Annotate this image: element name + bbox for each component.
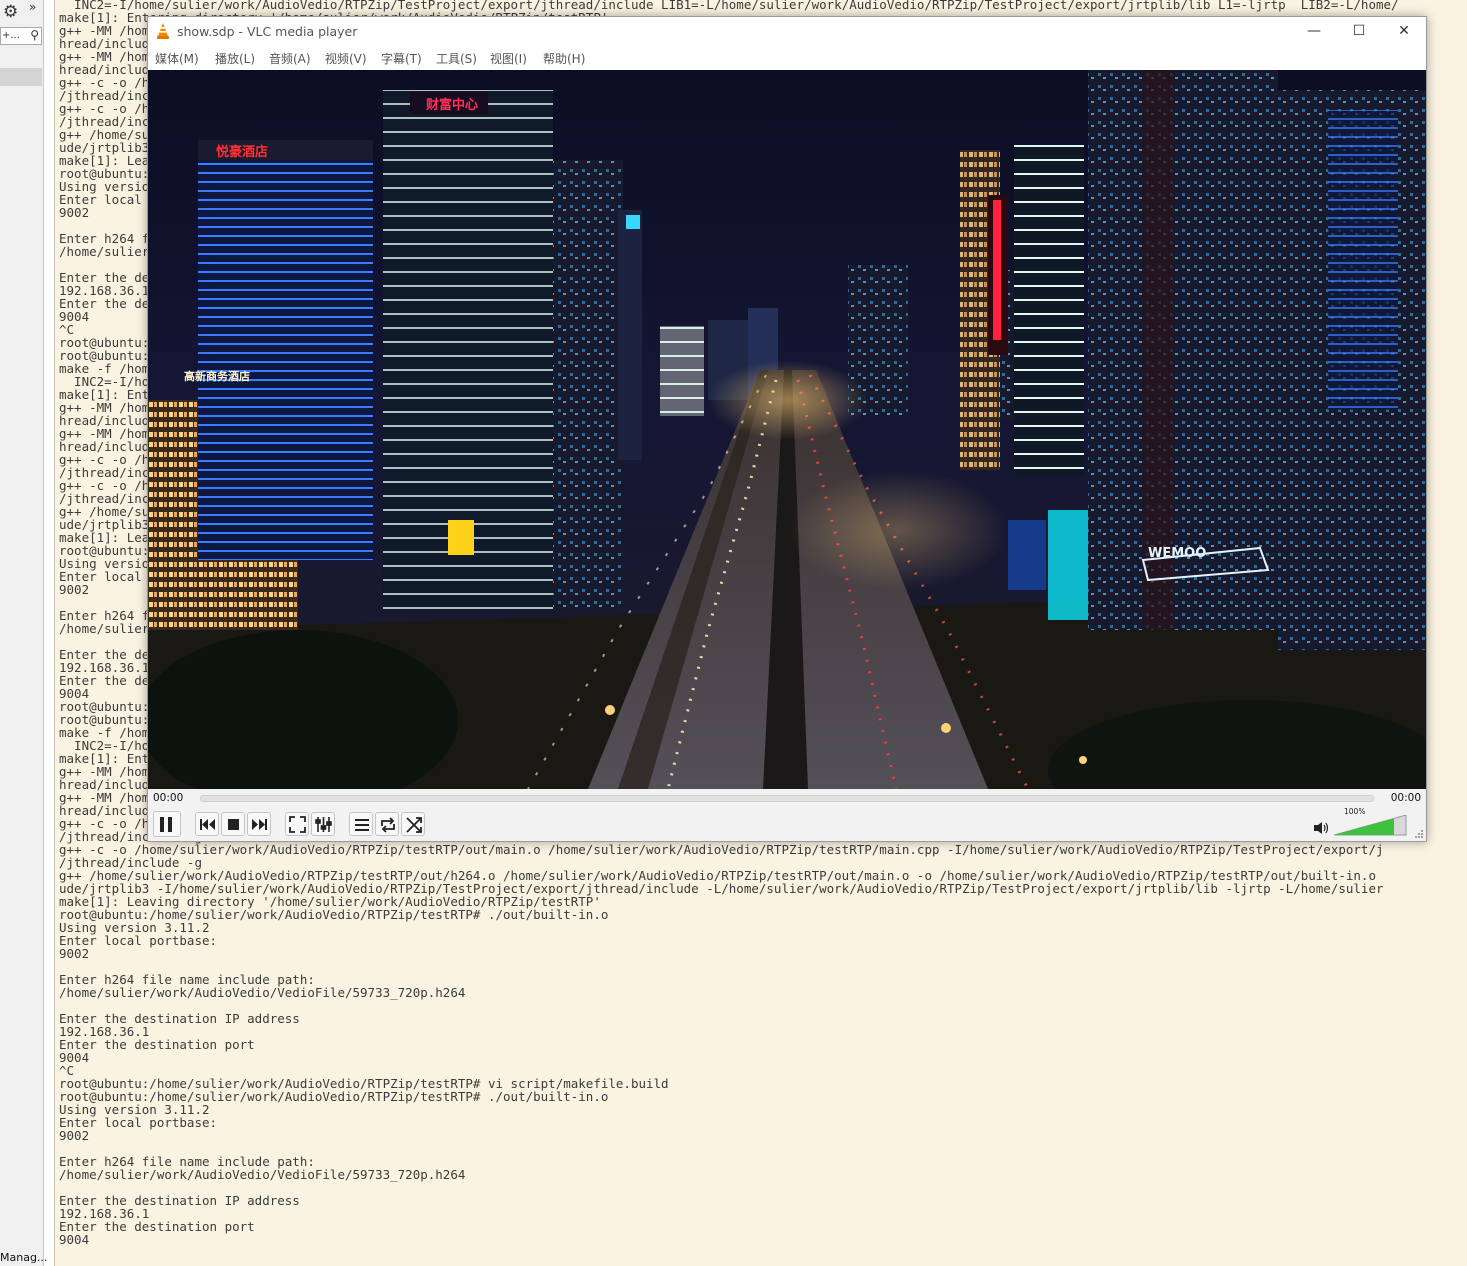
minimize-button[interactable]: — — [1291, 17, 1337, 47]
playlist-button[interactable] — [349, 812, 373, 836]
pause-button[interactable] — [153, 811, 181, 837]
terminal-line: 9002 — [59, 946, 90, 961]
maximize-button[interactable]: ☐ — [1336, 17, 1382, 47]
terminal-line: Enter local portbase: — [59, 933, 218, 948]
stop-button[interactable] — [221, 812, 245, 836]
maximize-icon: ☐ — [1352, 23, 1366, 39]
fullscreen-icon — [289, 816, 306, 833]
terminal-line: Enter the destination IP address — [59, 1193, 300, 1208]
terminal-line: 9004 — [59, 1050, 90, 1065]
extended-settings-button[interactable] — [311, 812, 335, 836]
hotel-sign-left: 悦豪酒店 — [216, 144, 268, 160]
selected-list-item[interactable] — [0, 68, 42, 86]
fullscreen-button[interactable] — [285, 812, 309, 836]
total-time[interactable]: 00:00 — [1391, 792, 1421, 804]
skip-previous-icon — [200, 819, 215, 830]
shuffle-icon — [406, 817, 422, 833]
seek-slider[interactable] — [200, 795, 1374, 802]
night-city-video-image: 悦豪酒店 高新商务酒店 财富中心 WEMOO — [148, 70, 1426, 789]
terminal-line: Using version 3.11.2 — [59, 1102, 210, 1117]
close-button[interactable]: ✕ — [1381, 17, 1426, 47]
elapsed-time: 00:00 — [153, 792, 184, 804]
terminal-line: Enter local portbase: — [59, 1115, 218, 1130]
vlc-cone-icon — [157, 23, 169, 39]
vlc-window[interactable]: show.sdp - VLC media player — ☐ ✕ 媒体(M) … — [147, 16, 1427, 842]
previous-button[interactable] — [195, 812, 219, 836]
search-field-text: +... — [2, 30, 20, 41]
random-button[interactable] — [401, 812, 425, 836]
gear-icon[interactable]: ⚙ — [3, 2, 18, 22]
terminal-line: 192.168.36.1 — [59, 1024, 150, 1039]
speaker-icon[interactable] — [1313, 821, 1329, 835]
next-button[interactable] — [247, 812, 271, 836]
menu-bar: 媒体(M) 播放(L) 音频(A) 视频(V) 字幕(T) 工具(S) 视图(I… — [148, 47, 1426, 69]
resize-grip-icon[interactable] — [1414, 829, 1424, 839]
skip-next-icon — [252, 819, 267, 830]
terminal-line: /home/sulier/work/AudioVedio/VedioFile/5… — [59, 1167, 466, 1182]
menu-tools[interactable]: 工具(S) — [436, 50, 477, 67]
building-sign-top: 财富中心 — [426, 97, 478, 113]
control-bar: 00:00 00:00 100% — [148, 789, 1426, 841]
terminal-line: 9004 — [59, 1232, 90, 1247]
equalizer-icon — [315, 817, 332, 832]
minimize-icon: — — [1307, 23, 1321, 39]
manager-label[interactable]: Manag... — [0, 1251, 47, 1264]
search-field[interactable]: +... ⚲ — [0, 27, 42, 45]
pause-icon — [160, 817, 172, 832]
terminal-line: Enter the destination IP address — [59, 1011, 300, 1026]
playlist-icon — [355, 819, 369, 831]
volume-slider[interactable] — [1334, 815, 1408, 836]
window-title: show.sdp - VLC media player — [177, 24, 358, 39]
menu-media[interactable]: 媒体(M) — [155, 50, 199, 67]
stop-icon — [228, 819, 239, 830]
menu-view[interactable]: 视图(I) — [490, 50, 527, 67]
terminal-line: Enter the destination port — [59, 1037, 255, 1052]
close-icon: ✕ — [1398, 23, 1410, 39]
menu-subtitle[interactable]: 字幕(T) — [381, 50, 422, 67]
terminal-line: /home/sulier/work/AudioVedio/VedioFile/5… — [59, 985, 466, 1000]
terminal-line: Using version 3.11.2 — [59, 920, 210, 935]
terminal-line: g++ -c -o /home/sulier/work/AudioVedio/R… — [59, 842, 1384, 857]
terminal-line: root@ubuntu:/home/sulier/work/AudioVedio… — [59, 907, 609, 922]
terminal-line: root@ubuntu:/home/sulier/work/AudioVedio… — [59, 1089, 609, 1104]
hotel-sign-lower: 高新商务酒店 — [184, 369, 250, 383]
menu-audio[interactable]: 音频(A) — [269, 50, 311, 67]
title-bar[interactable]: show.sdp - VLC media player — ☐ ✕ — [148, 17, 1426, 47]
loop-icon — [381, 817, 395, 833]
terminal-line: Enter the destination port — [59, 1219, 255, 1234]
left-app-panel: ⚙ » +... ⚲ Manag... — [0, 0, 47, 1266]
loop-button[interactable] — [375, 812, 399, 836]
terminal-line: 192.168.36.1 — [59, 1206, 150, 1221]
terminal-line: 9002 — [59, 1128, 90, 1143]
video-frame[interactable]: 悦豪酒店 高新商务酒店 财富中心 WEMOO — [148, 70, 1426, 789]
menu-video[interactable]: 视频(V) — [325, 50, 367, 67]
menu-help[interactable]: 帮助(H) — [543, 50, 585, 67]
chevron-right-double-icon[interactable]: » — [29, 0, 36, 14]
search-icon[interactable]: ⚲ — [30, 28, 39, 42]
menu-playback[interactable]: 播放(L) — [215, 50, 255, 67]
